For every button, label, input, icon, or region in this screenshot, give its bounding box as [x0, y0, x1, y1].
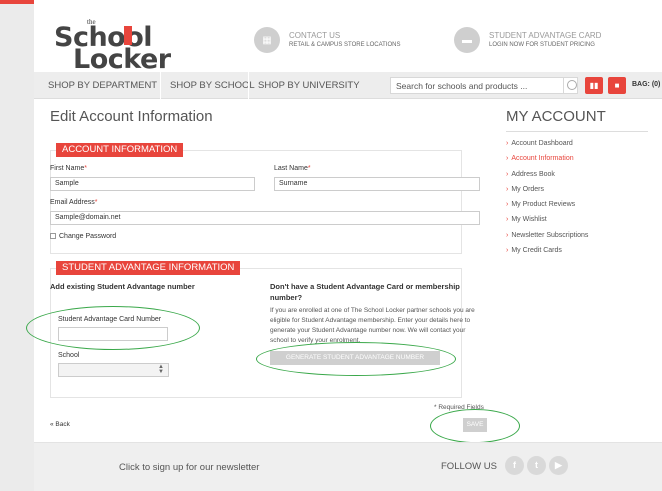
no-card-heading: Don't have a Student Advantage Card or m…	[270, 282, 460, 302]
save-button[interactable]: SAVE	[463, 418, 487, 432]
search-input[interactable]: Search for schools and products ...	[390, 77, 564, 94]
change-password-label[interactable]: Change Password	[59, 233, 116, 240]
annotation-ellipse-generate	[256, 342, 456, 376]
first-name-label: First Name*	[50, 165, 87, 172]
nav-shop-by-university[interactable]: SHOP BY UNIVERSITY	[258, 72, 360, 99]
nav-divider	[248, 72, 249, 99]
last-name-label: Last Name*	[274, 165, 311, 172]
account-nav-list: › Account Dashboard › Account Information …	[506, 138, 588, 260]
sidebar-item-newsletter[interactable]: › Newsletter Subscriptions	[506, 230, 588, 245]
nav-shop-by-school[interactable]: SHOP BY SCHOOL	[170, 72, 255, 99]
sidebar-item-address-book[interactable]: › Address Book	[506, 169, 588, 184]
main-nav-bar: SHOP BY DEPARTMENT SHOP BY SCHOOL SHOP B…	[34, 72, 662, 99]
store-icon: ▦	[254, 27, 280, 53]
page-container: the School Locker ▦ CONTACT US RETAIL & …	[26, 0, 662, 491]
page-title: Edit Account Information	[50, 108, 213, 125]
search-icon	[567, 80, 577, 90]
student-advantage-heading: STUDENT ADVANTAGE INFORMATION	[56, 261, 241, 275]
facebook-icon[interactable]: f	[505, 456, 524, 475]
logo-red-bar	[124, 26, 132, 45]
sidebar-item-my-orders[interactable]: › My Orders	[506, 184, 588, 199]
follow-us-label: FOLLOW US	[441, 461, 497, 472]
sa-card-subtitle: LOGIN NOW FOR STUDENT PRICING	[489, 41, 595, 48]
logo-locker: Locker	[73, 44, 171, 75]
nav-shop-by-department[interactable]: SHOP BY DEPARTMENT	[48, 72, 157, 99]
student-advantage-card-link[interactable]: ▬ STUDENT ADVANTAGE CARD LOGIN NOW FOR S…	[454, 27, 601, 53]
sidebar-item-wishlist[interactable]: › My Wishlist	[506, 214, 588, 229]
annotation-ellipse-card-number	[26, 306, 200, 350]
contact-subtitle: RETAIL & CAMPUS STORE LOCATIONS	[289, 41, 401, 48]
bag-count-label[interactable]: BAG: (0)	[632, 81, 660, 88]
sidebar-divider	[506, 131, 648, 132]
compare-chart-button[interactable]: ▮▮	[585, 77, 603, 94]
no-card-description: If you are enrolled at one of The School…	[270, 307, 475, 344]
school-select[interactable]: ▲ ▼	[58, 363, 169, 377]
email-input[interactable]: Sample@domain.net	[50, 211, 480, 225]
contact-title: CONTACT US	[289, 30, 341, 40]
add-existing-label: Add existing Student Advantage number	[50, 282, 195, 291]
my-account-title: MY ACCOUNT	[506, 108, 606, 125]
youtube-icon[interactable]: ▶	[549, 456, 568, 475]
school-label: School	[58, 352, 80, 359]
sidebar-item-product-reviews[interactable]: › My Product Reviews	[506, 199, 588, 214]
sidebar-item-credit-cards[interactable]: › My Credit Cards	[506, 245, 588, 260]
account-information-heading: ACCOUNT INFORMATION	[56, 143, 184, 157]
back-link[interactable]: « Back	[50, 421, 70, 428]
sidebar-item-account-information[interactable]: › Account Information	[506, 153, 588, 168]
required-fields-note: * Required Fields	[434, 404, 484, 411]
select-arrows-icon: ▲ ▼	[158, 364, 164, 375]
last-name-input[interactable]: Surname	[274, 177, 480, 191]
first-name-input[interactable]: Sample	[50, 177, 255, 191]
card-icon: ▬	[454, 27, 480, 53]
nav-divider	[160, 72, 161, 99]
bag-button[interactable]: ■	[608, 77, 626, 94]
email-label: Email Address*	[50, 199, 98, 206]
sa-card-title: STUDENT ADVANTAGE CARD	[489, 30, 602, 40]
footer: Click to sign up for our newsletter FOLL…	[34, 442, 662, 491]
change-password-checkbox[interactable]	[50, 233, 56, 239]
sidebar-item-account-dashboard[interactable]: › Account Dashboard	[506, 138, 588, 153]
newsletter-signup-link[interactable]: Click to sign up for our newsletter	[119, 462, 259, 473]
school-locker-logo[interactable]: the School Locker	[54, 14, 174, 75]
contact-us-link[interactable]: ▦ CONTACT US RETAIL & CAMPUS STORE LOCAT…	[254, 27, 400, 53]
twitter-icon[interactable]: t	[527, 456, 546, 475]
